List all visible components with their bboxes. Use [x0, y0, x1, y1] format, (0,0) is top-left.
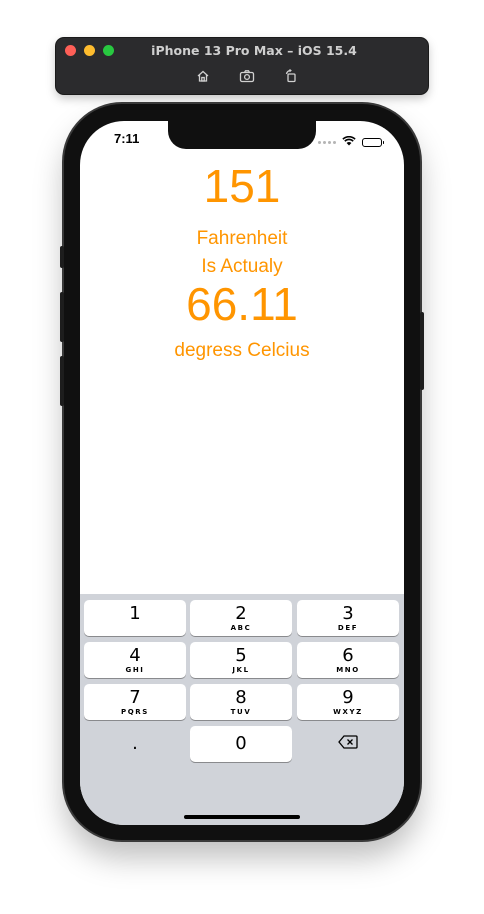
mute-switch	[60, 246, 64, 268]
key-digit: 3	[342, 602, 354, 624]
key-letters: DEF	[337, 623, 359, 632]
phone-frame: 7:11 151 Fahrenheit Is Actualy 66.11 deg…	[60, 104, 424, 840]
screenshot-icon[interactable]	[238, 67, 256, 85]
key-digit: 1	[129, 602, 141, 624]
key-digit: 7	[129, 686, 141, 708]
key-digit: .	[132, 733, 138, 754]
key-5[interactable]: 5 JKL	[190, 642, 292, 678]
key-2[interactable]: 2 ABC	[190, 600, 292, 636]
home-indicator[interactable]	[184, 815, 300, 819]
key-letters: PQRS	[121, 707, 149, 716]
key-digit: 4	[129, 644, 141, 666]
volume-down-button	[60, 356, 64, 406]
wifi-icon	[342, 133, 356, 151]
power-button	[420, 312, 424, 390]
key-letters: ABC	[230, 623, 252, 632]
cellular-signal-icon	[318, 140, 336, 144]
status-icons	[318, 133, 384, 151]
key-6[interactable]: 6 MNO	[297, 642, 399, 678]
status-time: 7:11	[114, 131, 140, 146]
phone-screen: 7:11 151 Fahrenheit Is Actualy 66.11 deg…	[80, 121, 404, 825]
key-digit: 5	[235, 644, 247, 666]
key-digit: 9	[342, 686, 354, 708]
fahrenheit-label: Fahrenheit	[196, 228, 288, 249]
simulator-title: iPhone 13 Pro Max – iOS 15.4	[151, 43, 357, 58]
celsius-label: degress Celcius	[174, 340, 310, 361]
backspace-icon	[338, 734, 358, 754]
key-8[interactable]: 8 TUV	[190, 684, 292, 720]
key-9[interactable]: 9 WXYZ	[297, 684, 399, 720]
key-digit: 8	[235, 686, 247, 708]
fahrenheit-value: 151	[203, 160, 281, 212]
key-0[interactable]: 0	[190, 726, 292, 762]
is-actually-label: Is Actualy	[201, 256, 283, 277]
key-digit: 0	[235, 733, 247, 754]
celsius-value: 66.11	[186, 278, 298, 330]
volume-up-button	[60, 292, 64, 342]
key-digit: 6	[342, 644, 354, 666]
number-pad: 1 2 ABC 3 DEF 4 GHI 5 JKL 6 MNO 7 PQRS 8…	[80, 594, 404, 825]
delete-key[interactable]	[297, 726, 399, 762]
key-letters: JKL	[232, 665, 250, 674]
notch	[168, 121, 316, 149]
key-letters: WXYZ	[333, 707, 363, 716]
key-7[interactable]: 7 PQRS	[84, 684, 186, 720]
key-1[interactable]: 1	[84, 600, 186, 636]
key-3[interactable]: 3 DEF	[297, 600, 399, 636]
battery-icon	[362, 137, 384, 147]
key-4[interactable]: 4 GHI	[84, 642, 186, 678]
key-letters: MNO	[336, 665, 360, 674]
key-digit: 2	[235, 602, 247, 624]
key-letters: TUV	[230, 707, 252, 716]
rotate-icon[interactable]	[282, 67, 300, 85]
home-icon[interactable]	[194, 67, 212, 85]
simulator-title-bar: iPhone 13 Pro Max – iOS 15.4	[56, 38, 428, 94]
key-decimal[interactable]: .	[84, 726, 186, 762]
key-letters: GHI	[125, 665, 145, 674]
